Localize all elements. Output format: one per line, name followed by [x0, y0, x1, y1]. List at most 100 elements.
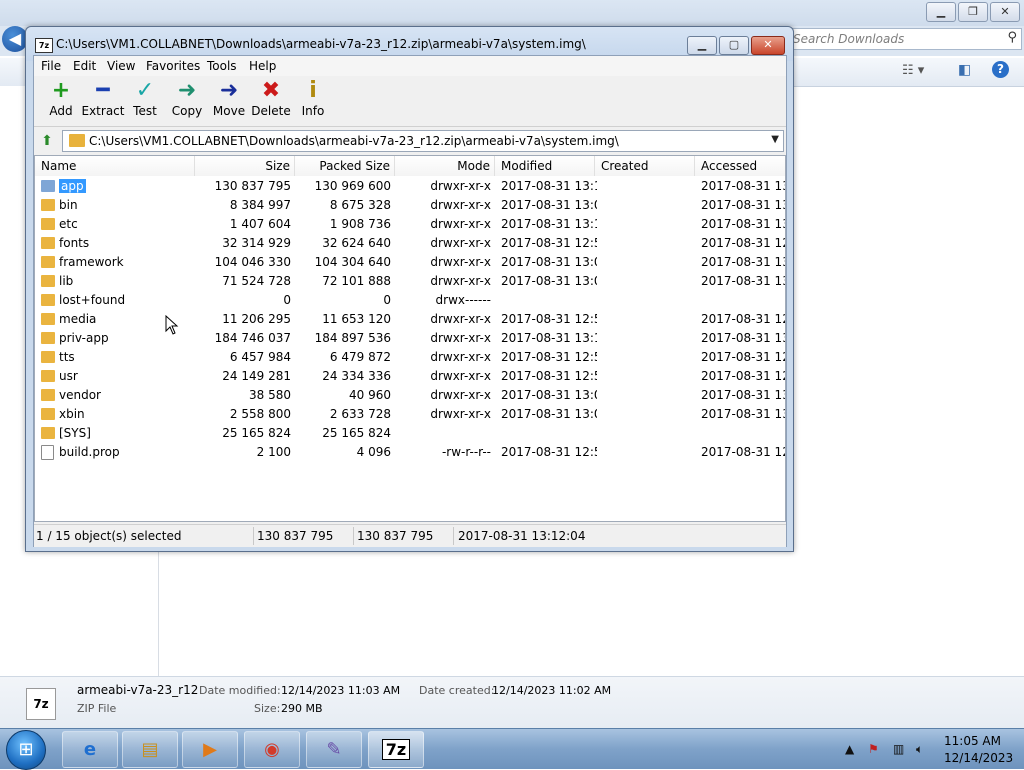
toolbar: + Add ━ Extract ✓ Test ➜ Copy ➜ Move ✖ Delete i Info [34, 76, 786, 127]
cell-size: 104 046 330 [214, 255, 291, 269]
copy-button[interactable]: ➜ Copy [164, 78, 210, 124]
taskbar-7zip-button[interactable]: 7z [368, 731, 424, 768]
file-explorer-icon: ▤ [141, 739, 159, 760]
clock-time[interactable]: 11:05 AM [944, 734, 1001, 748]
clock-date[interactable]: 12/14/2023 [944, 751, 1013, 765]
info-button[interactable]: i Info [290, 78, 336, 124]
table-row[interactable]: xbin 2 558 800 2 633 728 drwxr-xr-x 2017-08-… [35, 405, 785, 424]
cell-name: usr [59, 369, 78, 383]
minimize-button[interactable]: ▁ [687, 36, 717, 55]
add-label: Add [49, 104, 73, 118]
move-button[interactable]: ➜ Move [206, 78, 252, 124]
volume-icon[interactable]: 🔈︎ [916, 742, 923, 757]
search-icon: ⚲ [1007, 30, 1017, 45]
table-cell: 6 457 984 [195, 348, 291, 367]
table-row[interactable]: lost+found 0 0 drwx------ [35, 291, 785, 310]
cell-size: 184 746 037 [214, 331, 291, 345]
cell-mode: drwx------ [435, 293, 491, 307]
table-row[interactable]: priv-app 184 746 037 184 897 536 drwxr-xr-x… [35, 329, 785, 348]
7zip-app-icon: 7z [35, 38, 53, 53]
column-header-modified[interactable]: Modified [495, 156, 595, 176]
table-cell: 2017-08-31 13:08 [501, 253, 597, 272]
table-row[interactable]: framework 104 046 330 104 304 640 drwxr-xr-… [35, 253, 785, 272]
add-button[interactable]: + Add [38, 78, 84, 124]
cell-size: 6 457 984 [229, 350, 291, 364]
cell-packed-size: 0 [383, 293, 391, 307]
menu-file[interactable]: File [41, 59, 61, 73]
view-options-icon[interactable]: ☷ ▾ [902, 63, 924, 78]
taskbar-media-player-button[interactable]: ▶ [182, 731, 238, 768]
chevron-down-icon[interactable]: ▼ [771, 134, 779, 145]
cell-accessed: 2017-08-31 13:0 [701, 255, 785, 269]
column-header-size[interactable]: Size [195, 156, 295, 176]
table-row[interactable]: usr 24 149 281 24 334 336 drwxr-xr-x 2017-08… [35, 367, 785, 386]
close-button[interactable]: ✕ [751, 36, 785, 55]
table-row[interactable]: bin 8 384 997 8 675 328 drwxr-xr-x 2017-08-3… [35, 196, 785, 215]
cell-name: [SYS] [59, 426, 91, 440]
menu-favorites[interactable]: Favorites [146, 59, 200, 73]
explorer-search-box[interactable]: Search Downloads ⚲ [788, 28, 1022, 50]
cell-accessed: 2017-08-31 12:5 [701, 445, 785, 459]
explorer-minimize-button[interactable]: ▁ [926, 2, 956, 22]
column-header-mode[interactable]: Mode [395, 156, 495, 176]
test-button[interactable]: ✓ Test [122, 78, 168, 124]
column-header-created[interactable]: Created [595, 156, 695, 176]
cell-accessed: 2017-08-31 13:1 [701, 331, 785, 345]
table-cell [601, 272, 697, 291]
menu-help[interactable]: Help [249, 59, 276, 73]
extract-icon: ━ [96, 78, 110, 103]
table-cell [601, 424, 697, 443]
table-cell [701, 291, 785, 310]
table-cell: 130 969 600 [295, 177, 391, 196]
table-row[interactable]: etc 1 407 604 1 908 736 drwxr-xr-x 2017-08-3… [35, 215, 785, 234]
preview-pane-icon[interactable]: ◧ [958, 62, 971, 78]
network-icon[interactable]: ▥ [893, 742, 904, 756]
table-row[interactable]: vendor 38 580 40 960 drwxr-xr-x 2017-08-31 1… [35, 386, 785, 405]
cell-accessed: 2017-08-31 12:5 [701, 369, 785, 383]
show-hidden-icons-icon[interactable]: ▲ [845, 742, 854, 756]
table-cell: 2017-08-31 13:06 [501, 405, 597, 424]
cell-modified: 2017-08-31 13:12 [501, 217, 597, 231]
test-label: Test [133, 104, 157, 118]
table-row[interactable]: build.prop 2 100 4 096 -rw-r--r-- 2017-08-31… [35, 443, 785, 462]
action-center-flag-icon[interactable]: ⚑ [868, 742, 879, 756]
delete-button[interactable]: ✖ Delete [248, 78, 294, 124]
table-row[interactable]: app 130 837 795 130 969 600 drwxr-xr-x 2017-… [35, 177, 785, 196]
column-header-name[interactable]: Name [35, 156, 195, 176]
table-cell: 184 897 536 [295, 329, 391, 348]
cell-accessed: 2017-08-31 13:1 [701, 179, 785, 193]
column-header-packed-size[interactable]: Packed Size [295, 156, 395, 176]
table-row[interactable]: fonts 32 314 929 32 624 640 drwxr-xr-x 2017-… [35, 234, 785, 253]
taskbar-chrome-button[interactable]: ◉ [244, 731, 300, 768]
table-cell: drwxr-xr-x [395, 367, 491, 386]
cell-size: 2 100 [256, 445, 291, 459]
cell-mode: drwxr-xr-x [430, 217, 491, 231]
menu-view[interactable]: View [107, 59, 135, 73]
extract-button[interactable]: ━ Extract [80, 78, 126, 124]
status-selection: 1 / 15 object(s) selected [36, 529, 182, 543]
table-cell: 11 653 120 [295, 310, 391, 329]
menu-edit[interactable]: Edit [73, 59, 96, 73]
taskbar-paint-button[interactable]: ✎ [306, 731, 362, 768]
table-row[interactable]: lib 71 524 728 72 101 888 drwxr-xr-x 2017-08… [35, 272, 785, 291]
table-row[interactable]: tts 6 457 984 6 479 872 drwxr-xr-x 2017-08-3… [35, 348, 785, 367]
column-header-accessed[interactable]: Accessed [695, 156, 785, 176]
zip-file-icon: 7z [26, 688, 56, 720]
table-cell: 2017-08-31 13:12 [501, 215, 597, 234]
start-button[interactable]: ⊞ [6, 730, 46, 770]
address-field[interactable]: C:\Users\VM1.COLLABNET\Downloads\armeabi… [62, 130, 784, 152]
table-cell: 2017-08-31 13:06 [501, 386, 597, 405]
explorer-close-button[interactable]: ✕ [990, 2, 1020, 22]
table-row[interactable]: media 11 206 295 11 653 120 drwxr-xr-x 2017-… [35, 310, 785, 329]
explorer-title-bar [0, 0, 1024, 26]
window-title: C:\Users\VM1.COLLABNET\Downloads\armeabi… [56, 37, 586, 51]
menu-tools[interactable]: Tools [207, 59, 237, 73]
help-icon[interactable]: ? [992, 61, 1009, 78]
explorer-restore-button[interactable]: ❐ [958, 2, 988, 22]
table-row[interactable]: [SYS] 25 165 824 25 165 824 [35, 424, 785, 443]
maximize-button[interactable]: ▢ [719, 36, 749, 55]
up-folder-icon[interactable]: ⬆ [38, 132, 56, 150]
delete-label: Delete [251, 104, 291, 118]
taskbar-internet-explorer-button[interactable]: e [62, 731, 118, 768]
taskbar-file-explorer-button[interactable]: ▤ [122, 731, 178, 768]
